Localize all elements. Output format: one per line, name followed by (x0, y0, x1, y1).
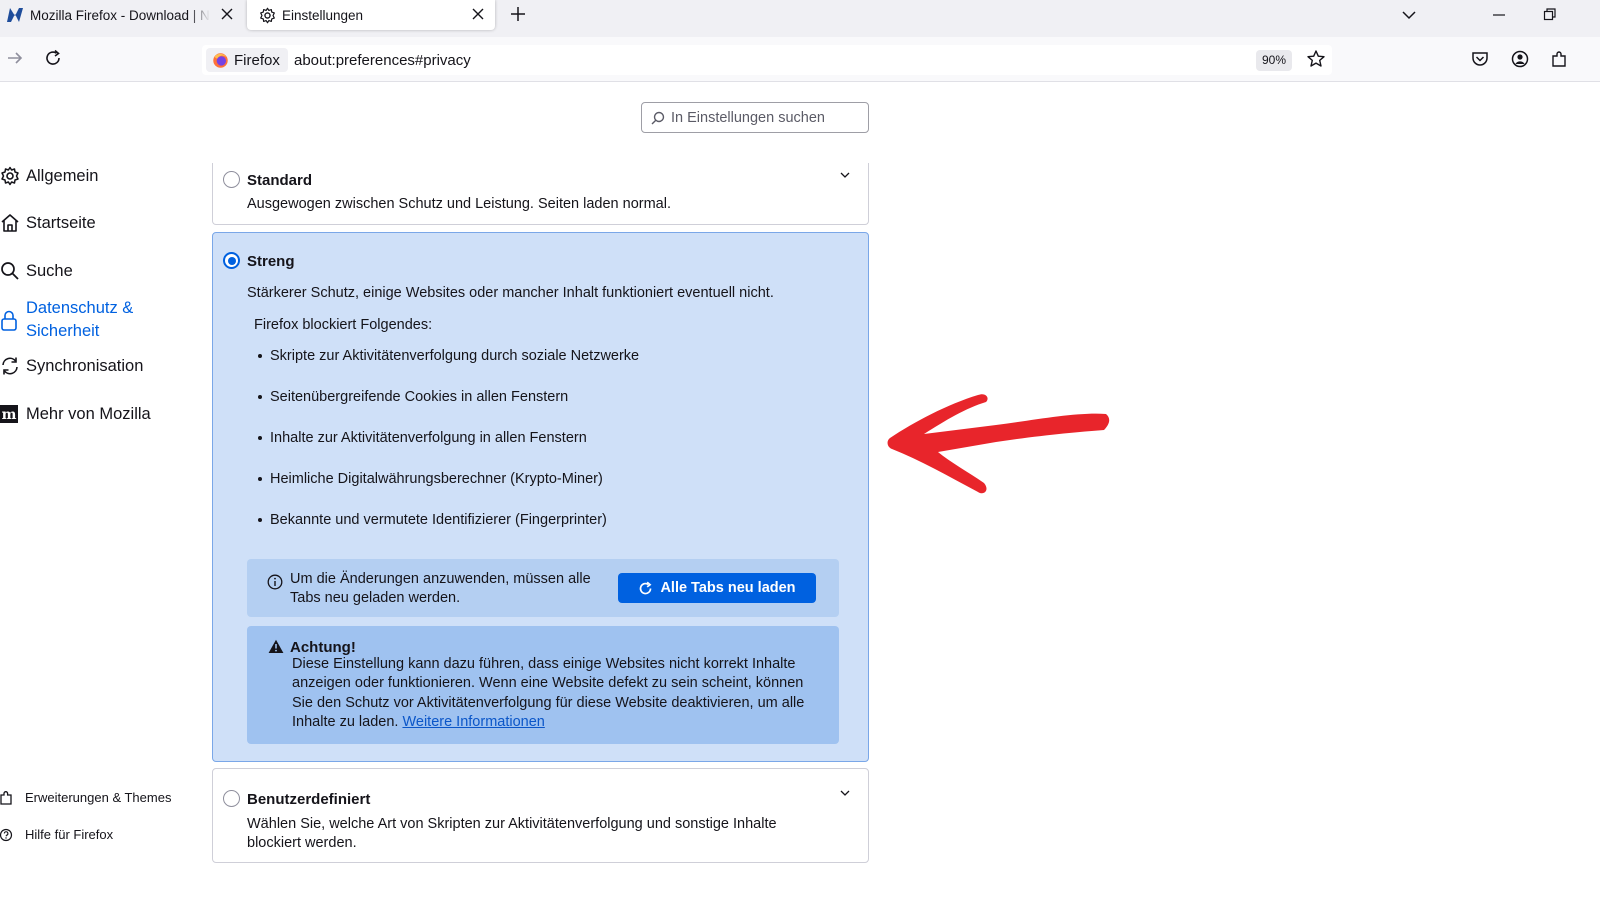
reload-icon (638, 581, 653, 596)
extensions-icon[interactable] (1550, 50, 1568, 68)
warning-title: Achtung! (290, 639, 356, 656)
sidebar-item-label: Mehr von Mozilla (26, 404, 151, 423)
info-icon (267, 574, 283, 590)
settings-search-field[interactable] (641, 102, 869, 133)
sidebar-item-label: Synchronisation (26, 356, 144, 375)
zoom-level[interactable]: 90% (1256, 50, 1292, 71)
sidebar-item-home[interactable]: Startseite (0, 213, 96, 233)
minimize-icon[interactable] (1492, 7, 1506, 23)
close-icon[interactable] (220, 7, 234, 21)
sidebar-item-sync[interactable]: Synchronisation (0, 356, 143, 376)
list-item: Heimliche Digitalwährungsberechner (Kryp… (258, 471, 603, 487)
new-tab-icon[interactable] (510, 6, 526, 22)
sidebar-item-label: Hilfe für Firefox (25, 827, 114, 842)
tab-title: Einstellungen (282, 7, 364, 23)
sidebar-item-more-mozilla[interactable]: m Mehr von Mozilla (0, 404, 151, 424)
standard-description: Ausgewogen zwischen Schutz und Leistung.… (247, 196, 671, 212)
reload-notification: Um die Änderungen anzuwenden, müssen all… (247, 559, 839, 617)
protection-option-standard[interactable]: Standard Ausgewogen zwischen Schutz und … (212, 163, 869, 225)
blocks-title: Firefox blockiert Folgendes: (254, 317, 433, 333)
search-icon (651, 111, 665, 125)
sidebar-item-help[interactable]: Hilfe für Firefox (0, 827, 113, 842)
reload-button-label: Alle Tabs neu laden (660, 580, 796, 596)
standard-radio[interactable] (223, 171, 240, 188)
chevron-down-icon[interactable] (839, 787, 851, 799)
protection-option-custom[interactable]: Benutzerdefiniert Wählen Sie, welche Art… (212, 768, 869, 863)
strict-description: Stärkerer Schutz, einige Websites oder m… (247, 285, 774, 301)
close-icon[interactable] (471, 7, 485, 21)
warning-icon (268, 639, 284, 654)
sidebar-item-general[interactable]: Allgemein (0, 166, 98, 186)
firefox-logo-icon (212, 52, 229, 69)
protection-option-strict[interactable]: Streng Stärkerer Schutz, einige Websites… (212, 232, 869, 762)
list-item: Inhalte zur Aktivitätenverfolgung in all… (258, 430, 587, 446)
tab-title: Mozilla Firefox - Download | NETZWELT (30, 7, 210, 23)
help-icon (0, 828, 16, 842)
settings-search-input[interactable] (671, 109, 861, 126)
list-item: Seitenübergreifende Cookies in allen Fen… (258, 389, 568, 405)
strict-radio[interactable] (223, 252, 240, 269)
custom-label: Benutzerdefiniert (247, 791, 371, 808)
chevron-down-icon[interactable] (839, 169, 851, 181)
custom-description: Wählen Sie, welche Art von Skripten zur … (247, 816, 777, 851)
home-icon (0, 213, 20, 233)
lock-icon (0, 309, 20, 331)
sidebar-item-search[interactable]: Suche (0, 261, 73, 281)
search-icon (0, 261, 20, 281)
more-info-link[interactable]: Weitere Informationen (402, 714, 544, 730)
sidebar-item-label: Erweiterungen & Themes (25, 790, 172, 805)
annotation-arrow-icon (887, 394, 1110, 494)
mozilla-icon: m (0, 404, 20, 424)
reload-message: Um die Änderungen anzuwenden, müssen all… (290, 571, 591, 606)
sidebar-item-label: Startseite (26, 213, 96, 232)
forward-icon[interactable] (6, 49, 24, 67)
restore-icon[interactable] (1543, 7, 1557, 23)
tab-strip: Mozilla Firefox - Download | NETZWELT Ei… (0, 0, 1600, 37)
sidebar-item-label: Allgemein (26, 166, 99, 185)
sidebar-item-extensions[interactable]: Erweiterungen & Themes (0, 790, 171, 805)
sidebar-item-label: Datenschutz & Sicherheit (26, 299, 134, 340)
list-item: Skripte zur Aktivitätenverfolgung durch … (258, 348, 639, 364)
reload-all-tabs-button[interactable]: Alle Tabs neu laden (618, 573, 816, 603)
gear-icon (259, 7, 276, 24)
nav-bar: Firefox about:preferences#privacy 90% (0, 37, 1600, 82)
strict-label: Streng (247, 253, 295, 270)
standard-label: Standard (247, 172, 313, 189)
reload-icon[interactable] (44, 49, 62, 67)
sidebar-item-label: Suche (26, 261, 73, 280)
sync-icon (0, 356, 20, 376)
pocket-icon[interactable] (1471, 50, 1489, 68)
url-text[interactable]: about:preferences#privacy (294, 52, 471, 69)
account-icon[interactable] (1511, 50, 1529, 68)
netzwelt-icon (6, 7, 24, 23)
tab-netzwelt[interactable]: Mozilla Firefox - Download | NETZWELT (6, 0, 236, 30)
list-item: Bekannte und vermutete Identifizierer (F… (258, 512, 607, 528)
puzzle-icon (0, 790, 16, 805)
url-bar[interactable]: Firefox about:preferences#privacy 90% (202, 45, 1332, 75)
warning-notification: Achtung! Diese Einstellung kann dazu füh… (247, 626, 839, 744)
tab-einstellungen[interactable]: Einstellungen (247, 0, 495, 30)
custom-radio[interactable] (223, 790, 240, 807)
warning-text: Diese Einstellung kann dazu führen, dass… (292, 656, 805, 731)
chevron-down-icon[interactable] (1401, 7, 1417, 23)
svg-text:m: m (2, 407, 17, 423)
identity-box[interactable]: Firefox (206, 48, 288, 72)
identity-label: Firefox (234, 51, 280, 69)
sidebar-item-privacy[interactable]: Datenschutz & Sicherheit (0, 297, 133, 343)
gear-icon (0, 166, 20, 186)
bookmark-star-icon[interactable] (1306, 49, 1326, 69)
